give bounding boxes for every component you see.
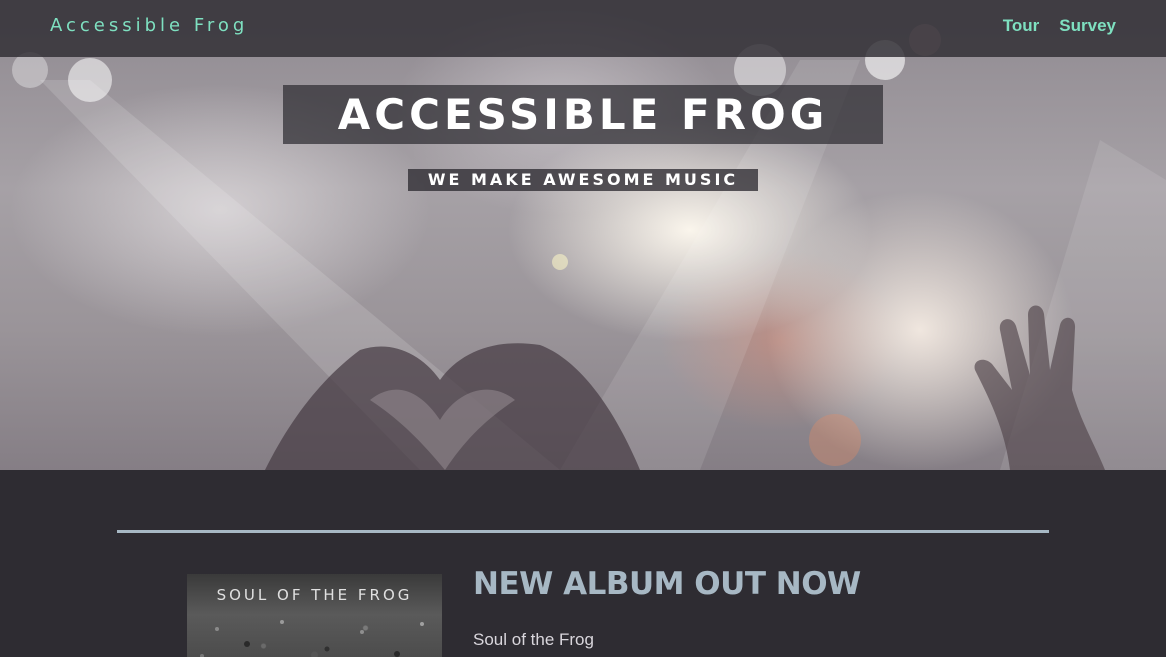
new-album-heading: NEW ALBUM OUT NOW <box>473 566 861 602</box>
nav-links: Tour Survey <box>1003 16 1116 36</box>
hero-background-image <box>12 24 1166 470</box>
album-name: Soul of the Frog <box>473 630 594 649</box>
nav-link-tour[interactable]: Tour <box>1003 16 1040 36</box>
section-divider <box>117 530 1049 533</box>
hero-title: ACCESSIBLE FROG <box>283 85 883 144</box>
top-navbar: Accessible Frog Tour Survey <box>0 0 1166 57</box>
hero-subtitle: WE MAKE AWESOME MUSIC <box>408 169 758 191</box>
hero-banner <box>0 0 1166 470</box>
album-cover-image: SOUL OF THE FROG <box>187 574 442 657</box>
album-cover-title: SOUL OF THE FROG <box>216 586 413 604</box>
brand-link[interactable]: Accessible Frog <box>50 15 248 36</box>
nav-link-survey[interactable]: Survey <box>1059 16 1116 36</box>
